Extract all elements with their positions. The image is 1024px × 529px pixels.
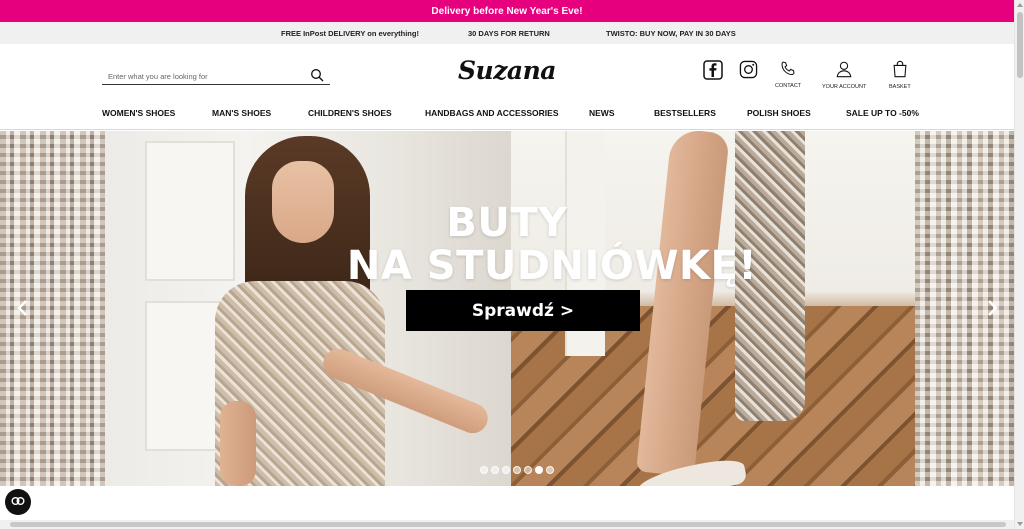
search-icon[interactable] (310, 68, 324, 82)
slider-dots (480, 466, 554, 474)
slider-dot[interactable] (513, 466, 521, 474)
site-logo[interactable]: Suzana (458, 56, 557, 85)
nav-womens-shoes[interactable]: WOMEN'S SHOES (102, 108, 175, 118)
info-twisto: TWISTO: BUY NOW, PAY IN 30 DAYS (606, 29, 736, 38)
promo-bar: Delivery before New Year's Eve! (0, 0, 1014, 22)
nav-polish-shoes[interactable]: POLISH SHOES (747, 108, 811, 118)
contact-button[interactable]: CONTACT (775, 60, 801, 89)
scroll-down-arrow[interactable] (1017, 522, 1023, 526)
model-arm (220, 401, 256, 486)
slider-dot[interactable] (524, 466, 532, 474)
contact-label: CONTACT (775, 83, 802, 89)
info-free-delivery: FREE InPost DELIVERY on everything! (281, 29, 419, 38)
nav-childrens-shoes[interactable]: CHILDREN'S SHOES (308, 108, 392, 118)
basket-label: BASKET (889, 84, 911, 90)
vertical-scrollbar[interactable] (1014, 0, 1024, 529)
info-returns: 30 DAYS FOR RETURN (468, 29, 550, 38)
basket-button[interactable]: BASKET (889, 60, 911, 90)
scrollbar-thumb[interactable] (1017, 12, 1023, 78)
hero-title-line2: NA STUDNIÓWKĘ! (346, 243, 758, 289)
hero-cta-button[interactable]: Sprawdź > (406, 290, 640, 331)
account-label: YOUR ACCOUNT (822, 84, 867, 90)
user-icon (835, 61, 853, 82)
search-input[interactable] (102, 67, 302, 86)
horizontal-scrollbar[interactable] (0, 520, 1014, 529)
info-bar: FREE InPost DELIVERY on everything! 30 D… (0, 22, 1014, 44)
main-nav: WOMEN'S SHOES MAN'S SHOES CHILDREN'S SHO… (0, 100, 1014, 130)
chevron-right-icon[interactable] (985, 299, 1001, 319)
instagram-icon[interactable] (739, 60, 761, 82)
nav-news[interactable]: NEWS (589, 108, 615, 118)
cookie-icon (11, 493, 25, 511)
scroll-up-arrow[interactable] (1017, 3, 1023, 7)
nav-handbags-accessories[interactable]: HANDBAGS AND ACCESSORIES (425, 108, 559, 118)
slider-dot[interactable] (502, 466, 510, 474)
slider-dot-active[interactable] (535, 466, 543, 474)
promo-text: Delivery before New Year's Eve! (431, 5, 583, 17)
phone-icon (779, 61, 797, 81)
slider-dot[interactable] (546, 466, 554, 474)
facebook-icon[interactable] (703, 60, 725, 82)
search-box (102, 66, 330, 86)
account-button[interactable]: YOUR ACCOUNT (822, 60, 866, 90)
chevron-left-icon[interactable] (16, 299, 32, 319)
hero-title-line1: BUTY (446, 200, 568, 246)
cookie-settings-button[interactable] (5, 489, 31, 515)
nav-mans-shoes[interactable]: MAN'S SHOES (212, 108, 271, 118)
nav-bestsellers[interactable]: BESTSELLERS (654, 108, 716, 118)
bag-icon (891, 60, 909, 82)
slider-dot[interactable] (480, 466, 488, 474)
hscrollbar-thumb[interactable] (10, 522, 1006, 527)
site-header: Suzana CONTACT YOUR ACCOUNT BASKET (0, 44, 1014, 100)
hero-banner[interactable]: BUTY NA STUDNIÓWKĘ! Sprawdź > (0, 131, 1014, 486)
slider-dot[interactable] (491, 466, 499, 474)
nav-sale[interactable]: SALE UP TO -50% (846, 108, 919, 118)
